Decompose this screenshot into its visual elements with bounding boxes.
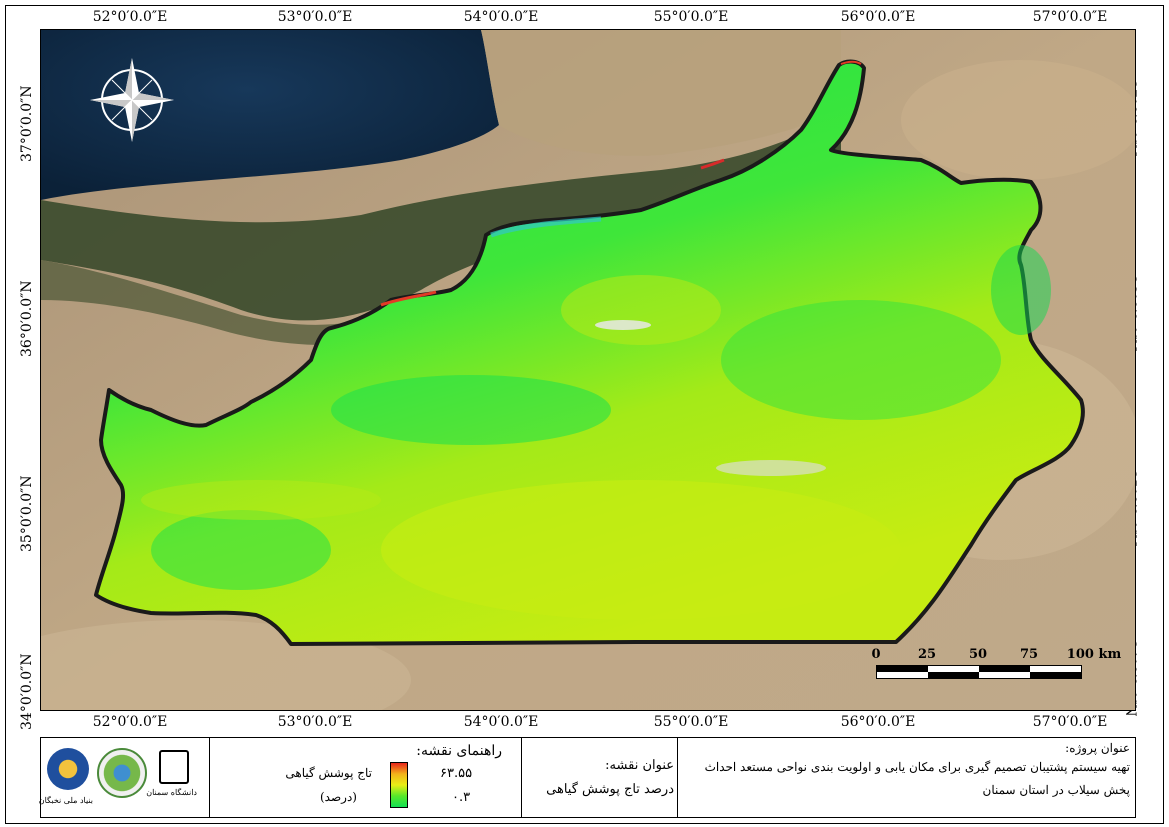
nokhbegan-logo — [47, 748, 89, 790]
scale-bar: 0 25 50 75 100 km — [871, 645, 1121, 685]
map-canvas[interactable] — [40, 29, 1136, 711]
project-title-label: عنوان پروژه: — [1065, 741, 1130, 755]
scale-label: 50 — [968, 647, 988, 662]
project-title-line1: تهیه سیستم پشتیبان تصمیم گیری برای مکان … — [704, 760, 1130, 774]
map-title-cell: عنوان نقشه: درصد تاج پوشش گیاهی — [521, 738, 678, 817]
lat-label-left: 37°0′0.0″N — [19, 85, 35, 162]
lon-label-top: 54°0′0.0″E — [463, 9, 539, 25]
legend-color-ramp — [390, 762, 408, 808]
project-title-cell: عنوان پروژه: تهیه سیستم پشتیبان تصمیم گی… — [677, 738, 1136, 817]
scale-label: 0 — [871, 647, 881, 662]
veg-patch-yellow — [141, 480, 381, 520]
lon-label-bottom: 55°0′0.0″E — [653, 714, 729, 730]
salt-patch — [716, 460, 826, 476]
lon-label-top: 56°0′0.0″E — [840, 9, 916, 25]
map-title-label: عنوان نقشه: — [605, 758, 674, 773]
semnan-university-logo — [159, 750, 189, 784]
veg-patch-green — [151, 510, 331, 590]
lon-label-top: 55°0′0.0″E — [653, 9, 729, 25]
lon-label-bottom: 57°0′0.0″E — [1032, 714, 1108, 730]
legend-min-value: ۰.۳ — [452, 790, 471, 805]
lon-label-bottom: 56°0′0.0″E — [840, 714, 916, 730]
lat-label-left: 34°0′0.0″N — [19, 653, 35, 730]
legend-max-value: ۶۳.۵۵ — [440, 766, 473, 781]
scale-bar-graphic — [876, 665, 1082, 679]
veg-patch-dark — [991, 245, 1051, 335]
legend-cell: راهنمای نقشه: تاج پوشش گیاهی (درصد) ۶۳.۵… — [209, 738, 522, 817]
scale-label: 75 — [1019, 647, 1039, 662]
salt-patch — [595, 320, 651, 330]
lon-label-bottom: 54°0′0.0″E — [463, 714, 539, 730]
nokhbegan-logo-caption: بنیاد ملی نخبگان — [38, 796, 93, 805]
legend-layer-name: تاج پوشش گیاهی — [285, 766, 372, 780]
legend-unit: (درصد) — [320, 790, 357, 804]
scale-label: 100 km — [1066, 647, 1122, 662]
scale-label: 25 — [917, 647, 937, 662]
veg-patch-green — [721, 300, 1001, 420]
lat-label-left: 36°0′0.0″N — [19, 280, 35, 357]
semnan-university-logo-caption: دانشگاه سمنان — [146, 788, 197, 797]
veg-patch-green — [331, 375, 611, 445]
lat-label-left: 35°0′0.0″N — [19, 475, 35, 552]
veg-patch-yellow — [381, 480, 901, 620]
lon-label-bottom: 52°0′0.0″E — [92, 714, 168, 730]
legend-title: راهنمای نقشه: — [416, 743, 502, 759]
project-title-line2: پخش سیلاب در استان سمنان — [982, 783, 1130, 797]
lon-label-top: 57°0′0.0″E — [1032, 9, 1108, 25]
logos-cell: بنیاد ملی نخبگان دانشگاه سمنان — [38, 738, 209, 817]
veg-patch-yellow — [561, 275, 721, 345]
lon-label-top: 53°0′0.0″E — [277, 9, 353, 25]
lon-label-bottom: 53°0′0.0″E — [277, 714, 353, 730]
lon-label-top: 52°0′0.0″E — [92, 9, 168, 25]
title-block: بنیاد ملی نخبگان دانشگاه سمنان راهنمای ن… — [38, 737, 1136, 818]
map-title: درصد تاج پوشش گیاهی — [546, 782, 674, 797]
watershed-logo — [97, 748, 147, 798]
map-svg — [41, 30, 1135, 710]
desert-patch — [901, 60, 1135, 180]
